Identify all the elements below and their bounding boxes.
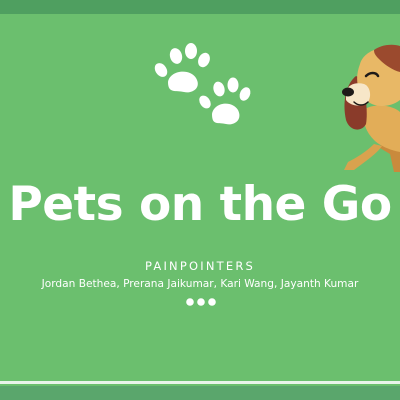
slide: Pets on the Go PAINPOINTERS Jordan Bethe… (0, 0, 400, 400)
bottom-band (0, 386, 400, 400)
dog-illustration (342, 44, 400, 172)
team-members: Jordan Bethea, Prerana Jaikumar, Kari Wa… (41, 278, 359, 290)
top-band (0, 0, 400, 14)
bottom-divider (0, 381, 400, 384)
slide-title: Pets on the Go (8, 177, 392, 232)
paw-prints-icon (154, 43, 251, 125)
team-name: PAINPOINTERS (144, 259, 256, 273)
more-dots-icon (186, 298, 216, 306)
